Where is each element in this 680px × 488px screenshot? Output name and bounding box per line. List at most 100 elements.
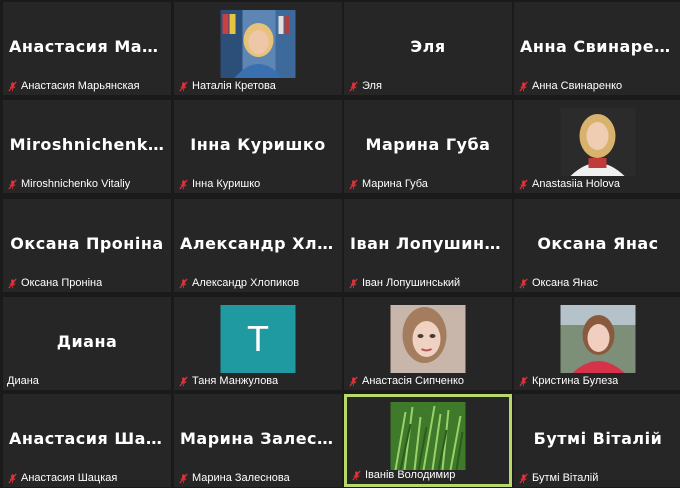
participant-tile[interactable]: Диана Диана [3,297,171,390]
muted-mic-icon [7,473,18,484]
participant-footer: Оксана Проніна [7,277,102,289]
participant-video-office [220,10,296,78]
participant-tile[interactable]: Марина Залесн… Марина Залеснова [174,394,342,487]
participant-name-label: Бутмі Віталій [532,472,599,484]
participant-footer: Александр Хлопиков [178,277,299,289]
participant-tile[interactable]: Анастасия Шац… Анастасия Шацкая [3,394,171,487]
participant-tile[interactable]: Інна Куришко Інна Куришко [174,100,342,193]
participant-footer: Эля [348,80,382,92]
participant-tile[interactable]: Александр Хло… Александр Хлопиков [174,199,342,292]
participant-footer: Бутмі Віталій [518,472,598,484]
participant-name-label: Іванів Володимир [365,469,456,481]
participant-name-label: Наталія Кретова [192,80,276,92]
participant-tile[interactable]: Оксана Проніна Оксана Проніна [3,199,171,292]
video-grid: Анастасия Мар… Анастасия Марьянская Наталі… [0,0,680,488]
participant-display-name: Бутмі Віталій [533,428,663,448]
muted-mic-icon [178,179,189,190]
participant-tile[interactable]: Оксана Янас Оксана Янас [514,199,680,292]
participant-display-name: Оксана Проніна [10,233,164,253]
participant-footer: Марина Залеснова [178,472,290,484]
muted-mic-icon [178,278,189,289]
participant-name-label: Інна Куришко [192,178,261,190]
participant-footer: Іванів Володимир [351,469,455,481]
muted-mic-icon [518,179,529,190]
muted-mic-icon [348,179,359,190]
participant-name-label: Марина Залеснова [192,472,290,484]
muted-mic-icon [518,81,529,92]
participant-name-label: Марина Губа [362,178,428,190]
participant-footer: Оксана Янас [518,277,598,289]
muted-mic-icon [178,376,189,387]
muted-mic-icon [348,376,359,387]
participant-tile-active-speaker[interactable]: Іванів Володимир [344,394,512,487]
participant-footer: Диана [7,375,39,387]
participant-name-label: Таня Манжулова [192,375,279,387]
participant-display-name: Эля [410,36,446,56]
participant-tile[interactable]: Марина Губа Марина Губа [344,100,512,193]
participant-name-label: Іван Лопушинський [362,277,461,289]
participant-display-name: Інна Куришко [190,134,326,154]
participant-footer: Наталія Кретова [178,80,276,92]
muted-mic-icon [518,473,529,484]
participant-video-girl-blonde [560,108,636,176]
muted-mic-icon [7,278,18,289]
participant-display-name: Диана [56,331,118,351]
muted-mic-icon [518,376,529,387]
participant-name-label: Анна Свинаренко [532,80,623,92]
participant-display-name: Miroshnichenk… [9,134,165,154]
participant-name-label: Александр Хлопиков [192,277,300,289]
participant-footer: Анна Свинаренко [518,80,622,92]
participant-display-name: Александр Хло… [180,233,342,253]
participant-video-woman-selfie [390,305,466,373]
participant-name-label: Анастасия Шацкая [21,472,118,484]
participant-name-label: Эля [362,80,382,92]
svg-text:T: T [247,318,269,359]
muted-mic-icon [518,278,529,289]
participant-footer: Anastasiia Holova [518,178,620,190]
participant-tile[interactable]: Анна Свинарен… Анна Свинаренко [514,2,680,95]
participant-tile[interactable]: Наталія Кретова [174,2,342,95]
participant-display-name: Анна Свинарен… [520,36,680,56]
muted-mic-icon [7,81,18,92]
participant-footer: Miroshnichenko Vitaliy [7,178,130,190]
participant-tile[interactable]: Эля Эля [344,2,512,95]
muted-mic-icon [348,278,359,289]
participant-name-label: Кристина Булеза [532,375,619,387]
participant-footer: Іван Лопушинський [348,277,460,289]
participant-footer: Марина Губа [348,178,428,190]
participant-name-label: Оксана Янас [532,277,598,289]
participant-name-label: Диана [7,375,39,387]
muted-mic-icon [7,179,18,190]
participant-footer: Анастасия Шацкая [7,472,117,484]
participant-footer: Анастасія Сипченко [348,375,464,387]
participant-display-name: Анастасия Мар… [9,36,171,56]
participant-tile[interactable]: Anastasiia Holova [514,100,680,193]
participant-display-name: Оксана Янас [537,233,659,253]
participant-display-name: Марина Губа [365,134,491,154]
participant-footer: Таня Манжулова [178,375,278,387]
participant-display-name: Анастасия Шац… [9,428,171,448]
participant-tile[interactable]: Іван Лопушинс… Іван Лопушинський [344,199,512,292]
participant-video-avatar-t: T [220,305,296,373]
participant-video-girl-outdoor [560,305,636,373]
participant-name-label: Anastasiia Holova [532,178,621,190]
muted-mic-icon [178,473,189,484]
muted-mic-icon [351,470,362,481]
participant-tile[interactable]: Miroshnichenk… Miroshnichenko Vitaliy [3,100,171,193]
participant-name-label: Анастасія Сипченко [362,375,465,387]
participant-footer: Кристина Булеза [518,375,618,387]
participant-tile[interactable]: Анастасія Сипченко [344,297,512,390]
participant-name-label: Miroshnichenko Vitaliy [21,178,131,190]
participant-display-name: Іван Лопушинс… [350,233,512,253]
muted-mic-icon [178,81,189,92]
participant-video-grass [390,402,466,471]
participant-tile[interactable]: Кристина Булеза [514,297,680,390]
participant-footer: Анастасия Марьянская [7,80,140,92]
muted-mic-icon [348,81,359,92]
participant-tile[interactable]: T Таня Манжулова [174,297,342,390]
participant-tile[interactable]: Анастасия Мар… Анастасия Марьянская [3,2,171,95]
participant-name-label: Анастасия Марьянская [21,80,140,92]
participant-footer: Інна Куришко [178,178,260,190]
participant-display-name: Марина Залесн… [180,428,342,448]
participant-tile[interactable]: Бутмі Віталій Бутмі Віталій [514,394,680,487]
